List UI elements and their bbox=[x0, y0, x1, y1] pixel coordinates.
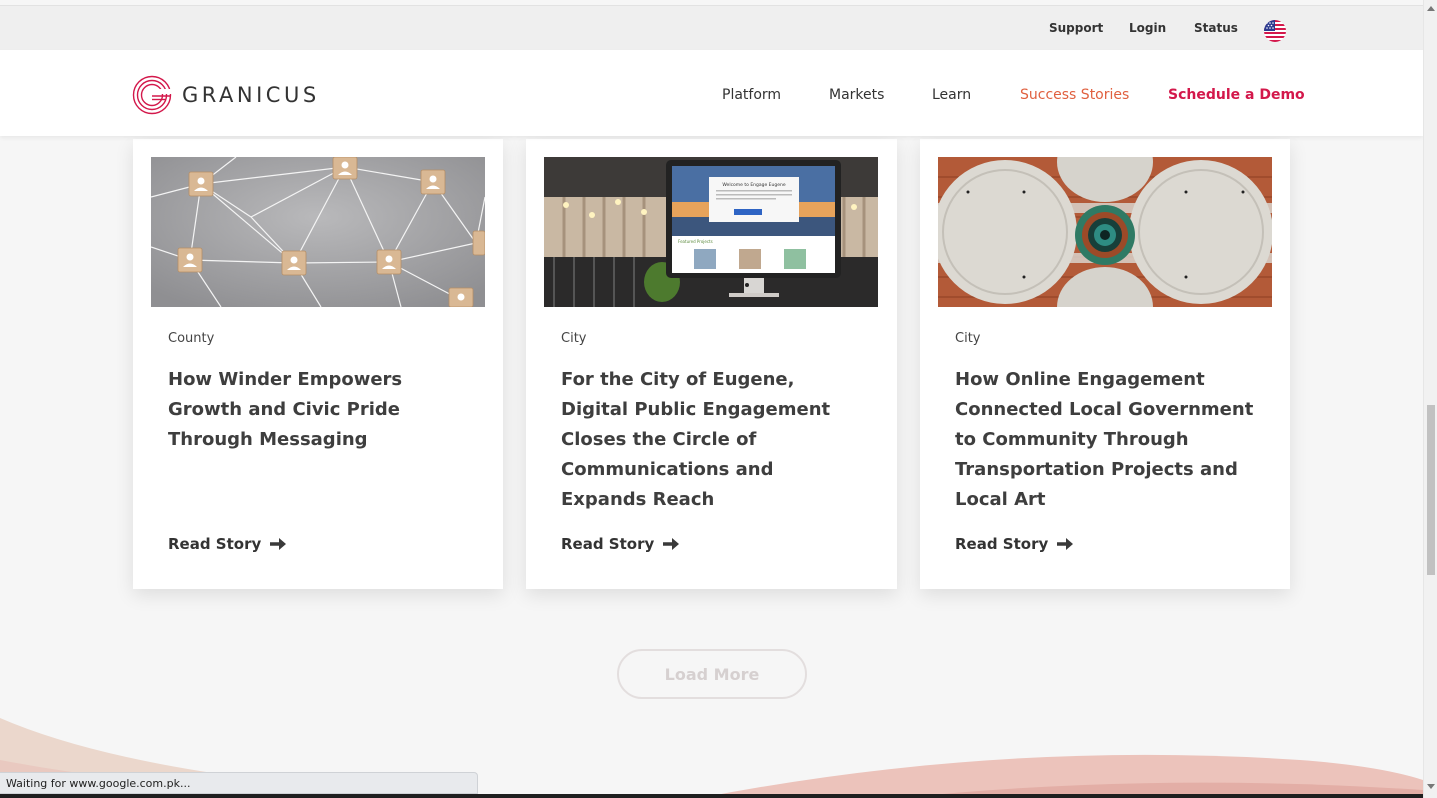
support-link[interactable]: Support bbox=[1049, 21, 1103, 35]
utility-bar: Support Login Status bbox=[0, 5, 1423, 50]
us-flag-icon[interactable] bbox=[1264, 20, 1286, 42]
scroll-up-arrow-icon[interactable] bbox=[1427, 6, 1435, 11]
nav-learn[interactable]: Learn bbox=[932, 87, 971, 103]
read-story-link[interactable]: Read Story bbox=[561, 535, 680, 553]
main-nav: GRANICUS Platform Markets Learn Success … bbox=[0, 50, 1423, 136]
granicus-logo-mark-icon bbox=[132, 75, 172, 115]
story-card[interactable]: City How Online Engagement Connected Loc… bbox=[920, 139, 1290, 589]
card-category: City bbox=[561, 331, 587, 346]
logo-text: GRANICUS bbox=[182, 83, 320, 107]
read-story-label: Read Story bbox=[561, 535, 655, 553]
card-title[interactable]: How Online Engagement Connected Local Go… bbox=[955, 365, 1255, 515]
page: Support Login Status GRANICUS Platform M… bbox=[0, 0, 1423, 798]
schedule-demo-link[interactable]: Schedule a Demo bbox=[1168, 87, 1305, 103]
vertical-scrollbar[interactable] bbox=[1423, 0, 1437, 798]
scroll-down-arrow-icon[interactable] bbox=[1427, 784, 1435, 789]
card-category: County bbox=[168, 331, 215, 346]
arrow-right-icon bbox=[270, 538, 287, 550]
read-story-link[interactable]: Read Story bbox=[955, 535, 1074, 553]
scrollbar-thumb[interactable] bbox=[1427, 405, 1435, 575]
card-title[interactable]: How Winder Empowers Growth and Civic Pri… bbox=[168, 365, 468, 455]
read-story-label: Read Story bbox=[955, 535, 1049, 553]
load-more-button[interactable]: Load More bbox=[617, 649, 807, 699]
read-story-link[interactable]: Read Story bbox=[168, 535, 287, 553]
monitor-heading: Welcome to Engage Eugene bbox=[722, 182, 785, 188]
browser-status-bubble: Waiting for www.google.com.pk... bbox=[0, 772, 478, 794]
card-category: City bbox=[955, 331, 981, 346]
arrow-right-icon bbox=[663, 538, 680, 550]
story-card[interactable]: County How Winder Empowers Growth and Ci… bbox=[133, 139, 503, 589]
nav-markets[interactable]: Markets bbox=[829, 87, 884, 103]
status-link[interactable]: Status bbox=[1194, 21, 1238, 35]
granicus-logo[interactable]: GRANICUS bbox=[132, 75, 320, 115]
arrow-right-icon bbox=[1057, 538, 1074, 550]
login-link[interactable]: Login bbox=[1129, 21, 1166, 35]
card-title[interactable]: For the City of Eugene, Digital Public E… bbox=[561, 365, 861, 515]
story-card[interactable]: Welcome to Engage Eugene Featured Projec… bbox=[526, 139, 897, 589]
monitor-section: Featured Projects bbox=[678, 239, 713, 244]
read-story-label: Read Story bbox=[168, 535, 262, 553]
computer-monitor-in-office-image[interactable]: Welcome to Engage Eugene Featured Projec… bbox=[544, 157, 878, 307]
network-of-people-blocks-image[interactable] bbox=[151, 157, 485, 307]
nav-success-stories[interactable]: Success Stories bbox=[1020, 87, 1129, 103]
aerial-street-art-mural-image[interactable] bbox=[938, 157, 1272, 307]
bottom-strip bbox=[0, 794, 1423, 798]
nav-platform[interactable]: Platform bbox=[722, 87, 781, 103]
